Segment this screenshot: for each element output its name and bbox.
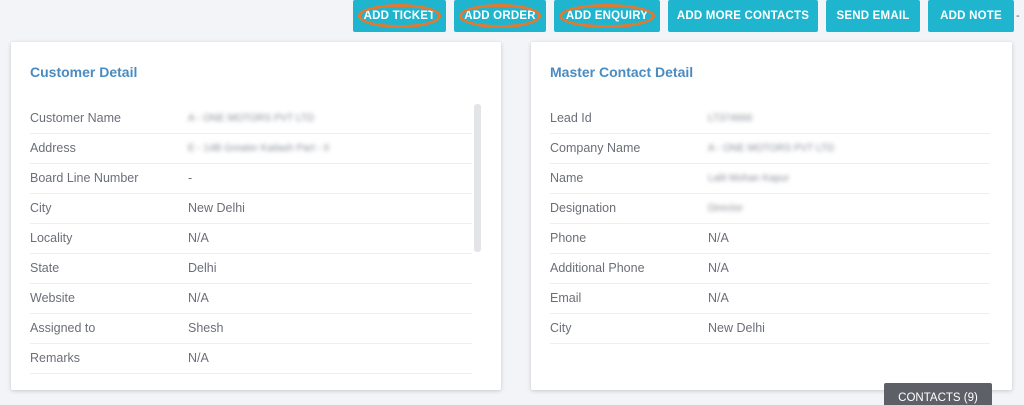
detail-value: A - ONE MOTORS PVT LTD (188, 113, 315, 124)
detail-label: City (550, 321, 572, 335)
detail-row: Address E - 14B Greater Kailash Part - II (30, 134, 472, 164)
add-note-button[interactable]: ADD NOTE (928, 0, 1014, 32)
master-contact-title: Master Contact Detail (550, 64, 694, 80)
detail-value: N/A (708, 291, 729, 305)
detail-label: Phone (550, 231, 587, 245)
detail-label: Designation (550, 201, 617, 215)
add-order-button[interactable]: ADD ORDER (454, 0, 546, 32)
detail-value: N/A (708, 261, 729, 275)
detail-row: Name Lalit Mohan Kapur (550, 164, 990, 194)
add-enquiry-button[interactable]: ADD ENQUIRY (554, 0, 660, 32)
detail-label: Website (30, 291, 75, 305)
detail-label: Assigned to (30, 321, 96, 335)
detail-label: Name (550, 171, 584, 185)
detail-value: N/A (708, 231, 729, 245)
detail-row: City New Delhi (30, 194, 472, 224)
customer-detail-title: Customer Detail (30, 64, 138, 80)
add-more-contacts-label: ADD MORE CONTACTS (676, 10, 810, 22)
add-ticket-label: ADD TICKET (363, 10, 436, 22)
detail-value: LT374666 (708, 113, 753, 124)
detail-row: Additional Phone N/A (550, 254, 990, 284)
add-ticket-button[interactable]: ADD TICKET (353, 0, 446, 32)
detail-row: Board Line Number - (30, 164, 472, 194)
detail-row: Phone N/A (550, 224, 990, 254)
add-more-contacts-button[interactable]: ADD MORE CONTACTS (668, 0, 818, 32)
detail-value: New Delhi (188, 201, 245, 215)
contacts-tab-label: CONTACTS (9) (898, 392, 978, 404)
detail-row: Locality N/A (30, 224, 472, 254)
detail-value: N/A (188, 291, 209, 305)
detail-value: New Delhi (708, 321, 765, 335)
detail-label: City (30, 201, 52, 215)
detail-label: Company Name (550, 141, 641, 155)
master-contact-list: Lead Id LT374666 Company Name A - ONE MOTOR… (550, 104, 990, 344)
detail-row: Company Name A - ONE MOTORS PVT LTD (550, 134, 990, 164)
detail-value: E - 14B Greater Kailash Part - II (188, 143, 330, 154)
detail-label: State (30, 261, 60, 275)
toolbar-trailing-dash: - (1016, 10, 1020, 22)
detail-row: Email N/A (550, 284, 990, 314)
detail-label: Locality (30, 231, 73, 245)
detail-label: Board Line Number (30, 171, 139, 185)
send-email-button[interactable]: SEND EMAIL (826, 0, 920, 32)
send-email-label: SEND EMAIL (836, 10, 910, 22)
detail-row: City New Delhi (550, 314, 990, 344)
contacts-tab-button[interactable]: CONTACTS (9) (884, 383, 992, 405)
customer-detail-scrollbar[interactable] (474, 104, 481, 252)
detail-row: Customer Name A - ONE MOTORS PVT LTD (30, 104, 472, 134)
customer-detail-list: Customer Name A - ONE MOTORS PVT LTD Addre… (30, 104, 472, 374)
detail-value: Shesh (188, 321, 224, 335)
add-enquiry-label: ADD ENQUIRY (565, 10, 649, 22)
detail-row: Assigned to Shesh (30, 314, 472, 344)
detail-label: Address (30, 141, 76, 155)
detail-label: Lead Id (550, 111, 592, 125)
detail-row: Lead Id LT374666 (550, 104, 990, 134)
detail-value: N/A (188, 351, 209, 365)
detail-value: A - ONE MOTORS PVT LTD (708, 143, 835, 154)
add-note-label: ADD NOTE (940, 10, 1002, 22)
add-order-label: ADD ORDER (464, 10, 536, 22)
detail-row: State Delhi (30, 254, 472, 284)
detail-value: Delhi (188, 261, 217, 275)
detail-value: Director (708, 203, 744, 214)
detail-value: - (188, 171, 193, 185)
detail-label: Remarks (30, 351, 81, 365)
detail-label: Additional Phone (550, 261, 645, 275)
detail-label: Email (550, 291, 582, 305)
detail-row: Remarks N/A (30, 344, 472, 374)
action-toolbar: ADD TICKET ADD ORDER ADD ENQUIRY ADD MOR… (0, 0, 1024, 34)
detail-value: N/A (188, 231, 209, 245)
detail-value: Lalit Mohan Kapur (708, 173, 790, 184)
detail-row: Website N/A (30, 284, 472, 314)
detail-label: Customer Name (30, 111, 121, 125)
detail-row: Designation Director (550, 194, 990, 224)
